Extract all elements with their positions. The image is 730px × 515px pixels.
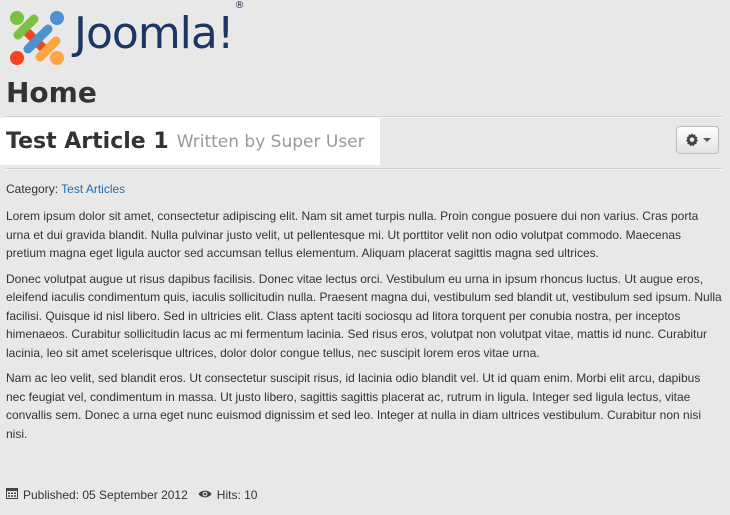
article-paragraph: Nam ac leo velit, sed blandit eros. Ut c… [6,371,702,441]
divider [6,168,722,170]
article-tools-button[interactable] [676,126,719,154]
eye-icon [198,488,212,502]
hits-count: Hits: 10 [216,487,258,502]
article-body: Lorem ipsum dolor sit amet, consectetur … [6,207,722,450]
article-info: Published: 05 September 2012 Hits: 10 [6,487,257,502]
article-header: Test Article 1 Written by Super User [0,118,380,165]
gear-icon [685,133,698,147]
article-category: Category: Test Articles [6,182,126,196]
article-paragraph: Lorem ipsum dolor sit amet, consectetur … [6,209,699,260]
published-date: Published: 05 September 2012 [23,487,188,502]
logo-wordmark: Joomla!® [74,0,245,59]
calendar-icon [6,487,18,502]
article-byline: Written by Super User [176,131,365,152]
article-paragraph: Donec volutpat augue ut risus dapibus fa… [6,271,722,360]
article-title: Test Article 1 [6,129,169,154]
category-link[interactable]: Test Articles [61,182,125,196]
chevron-down-icon [702,138,711,142]
joomla-logo-mark [10,11,64,65]
page-title: Home [6,76,97,109]
site-logo[interactable]: Joomla!® [6,0,245,70]
